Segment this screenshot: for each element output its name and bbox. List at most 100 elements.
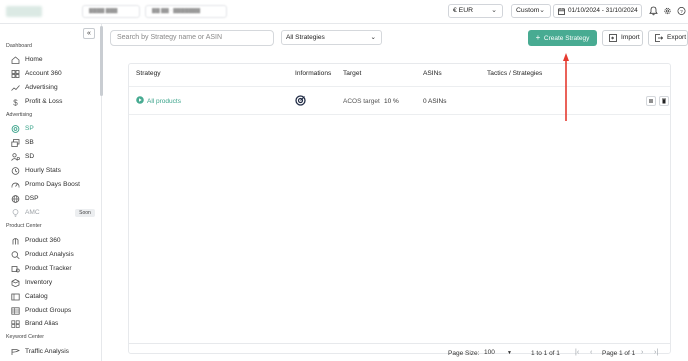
range-preset-select[interactable]: Custom ⌄: [511, 4, 551, 18]
sidebar-item-advertising[interactable]: Advertising: [11, 82, 96, 94]
sidebar-item-sp[interactable]: SP: [11, 123, 96, 135]
sidebar-item-product-tracker[interactable]: Product Tracker: [11, 263, 96, 275]
currency-select[interactable]: € EUR ⌄: [448, 4, 503, 18]
sidebar-item-label: SP: [25, 125, 34, 132]
target-icon: [11, 125, 20, 133]
sidebar-item-sd[interactable]: SD: [11, 151, 96, 163]
help-icon[interactable]: ?: [677, 6, 686, 16]
account-selector[interactable]: ▇▇▇▇ ▇▇▇: [82, 5, 140, 18]
create-strategy-label: Create Strategy: [543, 35, 590, 42]
traffic-icon: [11, 348, 20, 355]
pause-icon: [649, 99, 653, 103]
sidebar-item-product-groups[interactable]: Product Groups: [11, 305, 96, 317]
table-row[interactable]: All products ACOS target 10 % 0 ASINs: [129, 86, 670, 115]
sidebar-item-label: Product 360: [25, 237, 61, 244]
svg-text:?: ?: [680, 9, 683, 15]
page-size-select[interactable]: 100 ▼: [482, 348, 514, 358]
sidebar-item-catalog[interactable]: Catalog: [11, 291, 96, 303]
sidebar-item-label: Catalog: [25, 293, 48, 300]
strategy-target-icon[interactable]: [295, 95, 306, 106]
brand-icon: [11, 320, 20, 328]
date-range-value: 01/10/2024 - 31/10/2024: [568, 7, 638, 14]
next-page-icon[interactable]: ›: [641, 349, 643, 356]
sidebar-item-label: Traffic Analysis: [25, 348, 69, 355]
strategy-filter-select[interactable]: All Strategies ⌄: [281, 30, 382, 45]
range-preset-value: Custom: [516, 7, 540, 14]
plus-icon: +: [535, 33, 541, 42]
collapse-sidebar-button[interactable]: «: [83, 28, 95, 39]
import-label: Import: [621, 34, 640, 41]
sidebar-item-product-analysis[interactable]: Product Analysis: [11, 249, 96, 261]
export-button[interactable]: Export: [648, 30, 688, 46]
strategy-name[interactable]: All products: [147, 98, 181, 105]
export-icon: [655, 34, 663, 42]
export-label: Export: [667, 34, 687, 41]
globe-icon: [11, 195, 20, 203]
trend-icon: [11, 85, 20, 91]
column-header-informations[interactable]: Informations: [295, 70, 331, 77]
sidebar-item-product-360[interactable]: Product 360: [11, 235, 96, 247]
user-target-icon: [11, 153, 20, 161]
column-header-strategy[interactable]: Strategy: [136, 70, 161, 77]
dollar-icon: $: [13, 98, 18, 106]
gear-icon[interactable]: [663, 6, 672, 16]
svg-text:$: $: [13, 98, 18, 106]
import-button[interactable]: Import: [602, 30, 643, 46]
calendar-icon: [558, 8, 565, 15]
sidebar-item-label: Product Analysis: [25, 251, 74, 258]
layers-icon: [11, 139, 20, 147]
tracker-icon: [11, 266, 20, 273]
sidebar-item-promo-days-boost[interactable]: Promo Days Boost: [11, 179, 96, 191]
prev-page-icon[interactable]: ‹: [590, 349, 592, 356]
sidebar-item-sb[interactable]: SB: [11, 137, 96, 149]
groups-icon: [11, 307, 20, 315]
currency-value: € EUR: [453, 7, 474, 14]
brand-logo[interactable]: [6, 6, 42, 17]
sidebar-item-account-360[interactable]: Account 360: [11, 68, 96, 80]
strategy-filter-value: All Strategies: [286, 34, 325, 41]
sidebar-item-profit-loss[interactable]: $ Profit & Loss: [11, 96, 96, 108]
column-header-target[interactable]: Target: [343, 70, 361, 77]
sidebar-scrollbar[interactable]: [100, 26, 103, 96]
date-range-picker[interactable]: 01/10/2024 - 31/10/2024: [553, 4, 642, 18]
first-page-icon[interactable]: |‹: [575, 349, 579, 356]
play-status-icon[interactable]: [136, 96, 144, 104]
search-chart-icon: [11, 251, 20, 259]
bell-icon[interactable]: [649, 6, 658, 16]
clock-icon: [11, 167, 20, 175]
sidebar-item-label: AMC: [25, 209, 40, 216]
annotation-arrow: [563, 53, 569, 121]
column-header-tactics[interactable]: Tactics / Strategies: [487, 70, 542, 77]
chevron-down-icon: ⌄: [491, 7, 497, 14]
target-value: 10 %: [384, 98, 399, 105]
speedometer-icon: [11, 182, 20, 188]
column-header-asins[interactable]: ASINs: [423, 70, 442, 77]
sidebar-item-label: Product Tracker: [25, 265, 72, 272]
sidebar-item-inventory[interactable]: Inventory: [11, 277, 96, 289]
marketplace-selector[interactable]: ▇▇ ▇▇ · ▇▇▇▇▇▇▇: [145, 5, 227, 18]
row-range-text: 1 to 1 of 1: [531, 350, 560, 357]
sidebar-item-brand-alias[interactable]: Brand Alias: [11, 318, 96, 330]
sidebar-item-label: SB: [25, 139, 34, 146]
sidebar-item-hourly-stats[interactable]: Hourly Stats: [11, 165, 96, 177]
sidebar-item-label: Brand Alias: [25, 320, 59, 327]
sidebar-item-label: Advertising: [25, 84, 58, 91]
trash-icon: [662, 98, 666, 104]
sidebar-item-home[interactable]: Home: [11, 54, 96, 66]
table-pagination: Page Size: 100 ▼ 1 to 1 of 1 |‹ ‹ Page 1…: [128, 343, 671, 361]
sidebar-item-label: SD: [25, 153, 35, 160]
create-strategy-button[interactable]: + Create Strategy: [528, 30, 597, 46]
strategies-table: Strategy Informations Target ASINs Tacti…: [128, 63, 671, 354]
last-page-icon[interactable]: ›|: [654, 349, 658, 356]
bulb-icon: [12, 209, 19, 217]
sidebar-section-advertising: Advertising: [6, 112, 33, 118]
sidebar-item-traffic-analysis[interactable]: Traffic Analysis: [11, 346, 96, 358]
sidebar-item-label: Inventory: [25, 279, 53, 286]
grid-icon: [11, 70, 20, 78]
sidebar-item-dsp[interactable]: DSP: [11, 193, 96, 205]
chevron-down-icon: ⌄: [539, 7, 545, 14]
strategy-search-input[interactable]: Search by Strategy name or ASIN: [110, 30, 274, 46]
pause-button[interactable]: [646, 96, 656, 106]
sidebar-item-amc: AMC Soon: [11, 207, 96, 219]
delete-button[interactable]: [659, 96, 669, 106]
